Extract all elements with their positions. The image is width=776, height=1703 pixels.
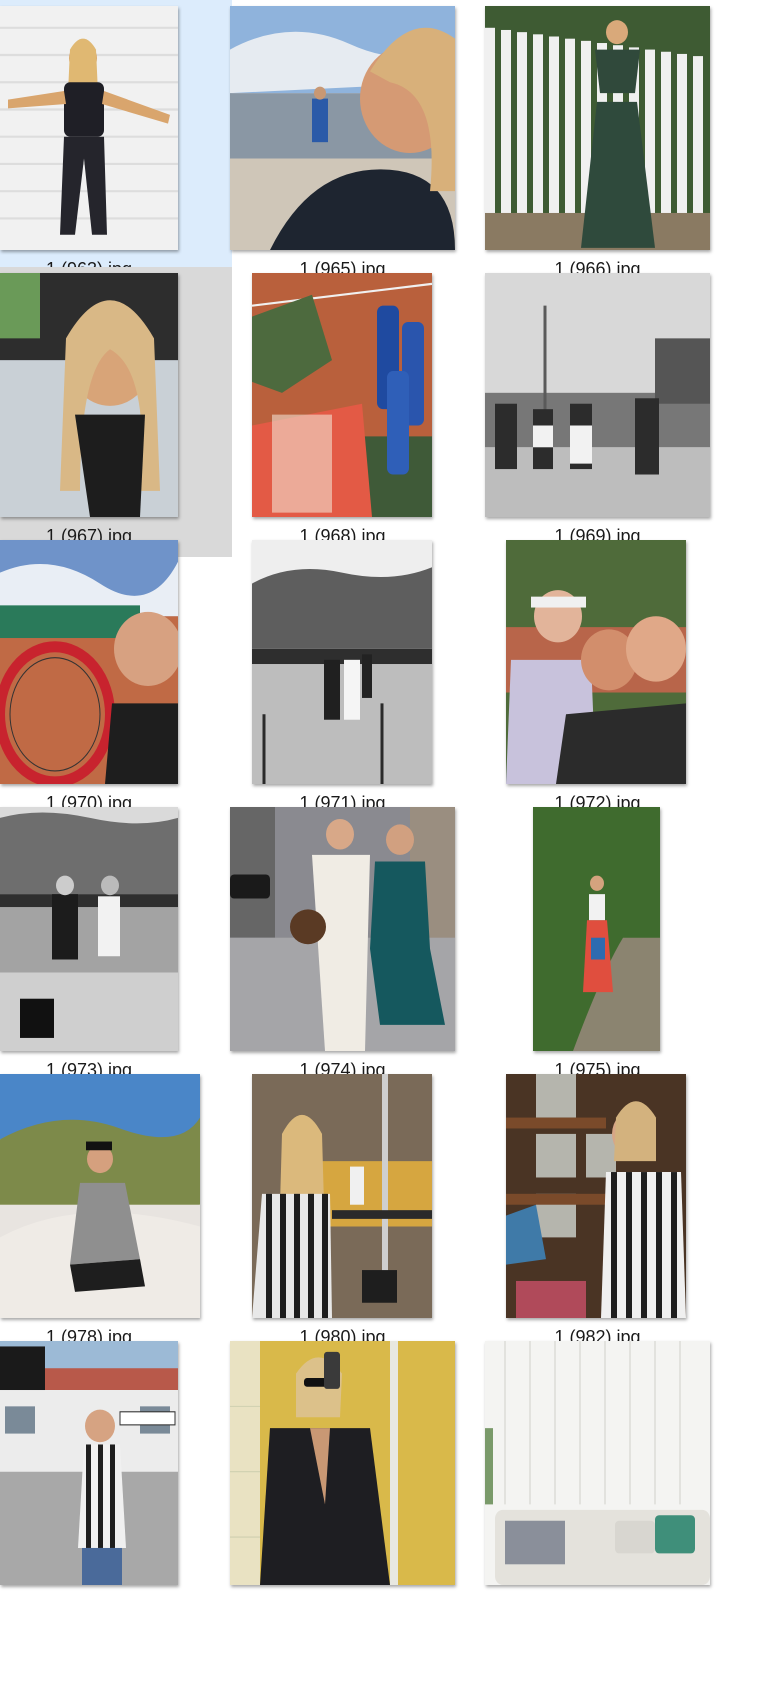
file-grid: 1 (963).jpg 1 (965).jpg: [0, 0, 776, 1703]
image-thumbnail[interactable]: [0, 1341, 178, 1585]
image-thumbnail[interactable]: [230, 1341, 455, 1585]
image-thumbnail[interactable]: [230, 6, 455, 250]
file-item[interactable]: 1 (975).jpg: [486, 801, 718, 1091]
image-thumbnail[interactable]: [533, 807, 660, 1051]
file-item[interactable]: [230, 1335, 464, 1585]
image-thumbnail[interactable]: [0, 1074, 200, 1318]
file-item[interactable]: 1 (970).jpg: [0, 534, 232, 824]
file-item[interactable]: 1 (982).jpg: [486, 1068, 718, 1358]
file-item[interactable]: 1 (963).jpg: [0, 0, 232, 290]
image-thumbnail[interactable]: [252, 273, 432, 517]
image-thumbnail[interactable]: [485, 273, 710, 517]
image-thumbnail[interactable]: [506, 1074, 686, 1318]
image-thumbnail[interactable]: [485, 6, 710, 250]
file-item[interactable]: 1 (966).jpg: [485, 0, 718, 290]
image-thumbnail[interactable]: [0, 540, 178, 784]
file-item[interactable]: 1 (973).jpg: [0, 801, 232, 1091]
file-item[interactable]: [0, 1335, 232, 1585]
file-item[interactable]: 1 (965).jpg: [230, 0, 464, 290]
image-thumbnail[interactable]: [252, 540, 432, 784]
image-thumbnail[interactable]: [0, 273, 178, 517]
file-item[interactable]: 1 (972).jpg: [486, 534, 718, 824]
image-thumbnail[interactable]: [485, 1341, 710, 1585]
file-item[interactable]: 1 (971).jpg: [232, 534, 464, 824]
file-item[interactable]: 1 (974).jpg: [230, 801, 464, 1091]
image-thumbnail[interactable]: [0, 6, 178, 250]
image-thumbnail[interactable]: [506, 540, 686, 784]
file-item[interactable]: 1 (978).jpg: [0, 1068, 232, 1358]
image-thumbnail[interactable]: [252, 1074, 432, 1318]
file-item[interactable]: 1 (967).jpg: [0, 267, 232, 557]
file-item[interactable]: 1 (980).jpg: [232, 1068, 464, 1358]
image-thumbnail[interactable]: [0, 807, 178, 1051]
file-item[interactable]: 1 (968).jpg: [232, 267, 464, 557]
file-item[interactable]: [485, 1335, 718, 1585]
file-item[interactable]: 1 (969).jpg: [485, 267, 718, 557]
image-thumbnail[interactable]: [230, 807, 455, 1051]
